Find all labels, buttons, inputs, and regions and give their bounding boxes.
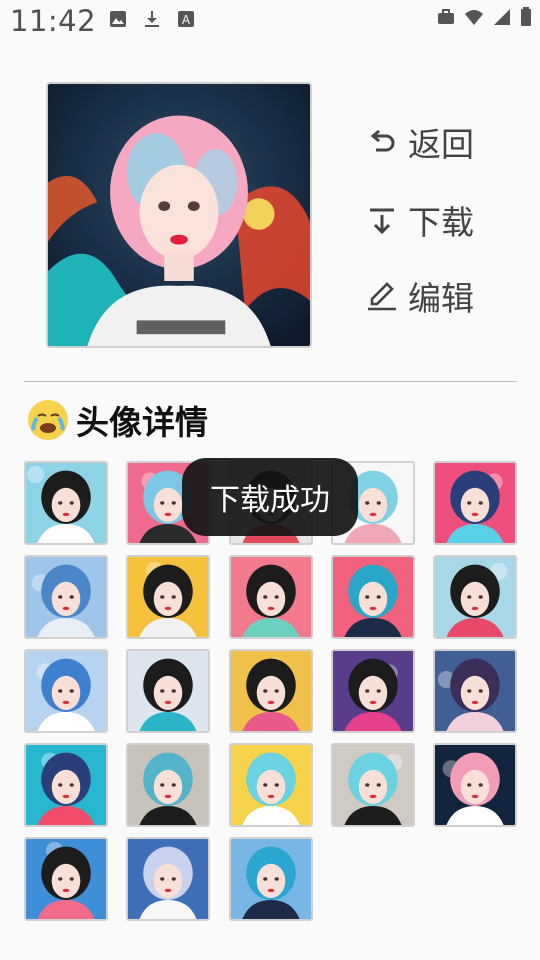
image-icon — [110, 11, 126, 27]
avatar-thumbnail[interactable] — [24, 837, 108, 921]
avatar-thumbnail[interactable] — [228, 555, 313, 639]
briefcase-icon — [438, 9, 454, 24]
avatar-thumbnail[interactable] — [330, 743, 415, 827]
avatar-thumbnail[interactable] — [126, 555, 211, 639]
signal-icon — [494, 9, 510, 25]
edit-icon — [368, 282, 396, 311]
avatar-thumbnail[interactable] — [24, 461, 108, 545]
toast-message: 下载成功 — [210, 483, 330, 518]
avatar-thumbnail[interactable] — [433, 743, 518, 827]
download-icon — [145, 11, 159, 27]
avatar-thumbnail[interactable] — [330, 649, 415, 733]
edit-label: 编辑 — [408, 279, 474, 318]
avatar-thumbnail[interactable] — [24, 555, 108, 639]
download-label: 下载 — [408, 203, 474, 242]
avatar-thumbnail[interactable] — [228, 649, 313, 733]
edit-button[interactable]: 编辑 — [366, 272, 474, 320]
battery-icon — [521, 7, 531, 26]
avatar-thumbnail[interactable] — [126, 743, 211, 827]
divider — [24, 381, 517, 382]
download-icon — [370, 208, 394, 235]
section-header: 头像详情 — [24, 396, 208, 444]
avatar-thumbnail[interactable] — [433, 555, 518, 639]
crying-face-emoji — [28, 400, 68, 440]
avatar-thumbnail[interactable] — [228, 837, 313, 921]
avatar-thumbnail[interactable] — [330, 555, 415, 639]
avatar-thumbnail[interactable] — [433, 649, 518, 733]
avatar-thumbnail[interactable] — [228, 743, 313, 827]
back-label: 返回 — [408, 125, 474, 164]
wifi-icon — [465, 10, 483, 25]
undo-icon — [370, 129, 395, 152]
svg-text:A: A — [182, 13, 191, 27]
avatar-thumbnail[interactable] — [126, 837, 211, 921]
clock: 11:42 — [10, 4, 97, 38]
status-bar: 11:42 A — [0, 0, 540, 44]
back-button[interactable]: 返回 — [366, 118, 474, 166]
toast: 下载成功 — [182, 458, 358, 536]
avatar-preview-image — [46, 82, 312, 348]
avatar-thumbnail[interactable] — [126, 649, 211, 733]
avatar-thumbnail[interactable] — [433, 461, 518, 545]
download-button[interactable]: 下载 — [366, 196, 474, 244]
avatar-thumbnail[interactable] — [24, 649, 108, 733]
section-title: 头像详情 — [76, 403, 208, 442]
avatar-thumbnail[interactable] — [24, 743, 108, 827]
font-icon: A — [178, 11, 194, 27]
